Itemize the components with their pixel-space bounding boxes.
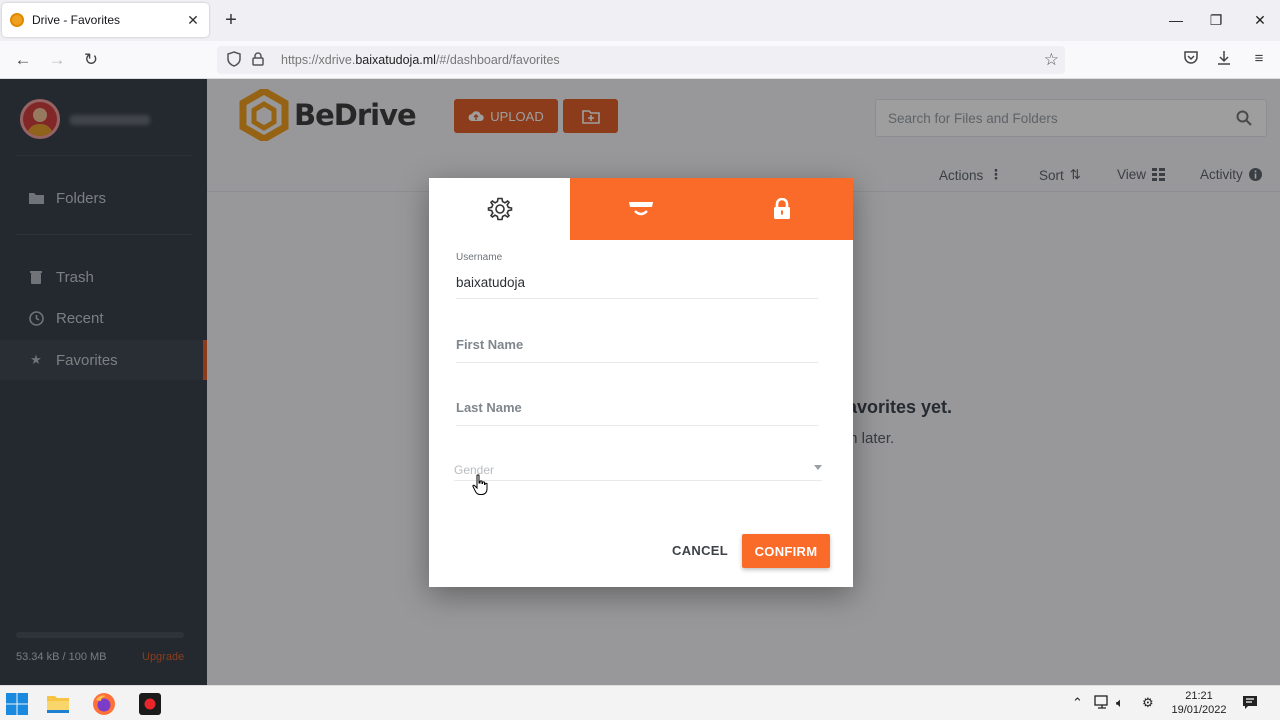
file-explorer-icon[interactable] [46,692,70,716]
url-text: https://xdrive.baixatudoja.ml/#/dashboar… [281,53,560,67]
download-icon[interactable] [1214,50,1234,70]
windows-start-icon[interactable] [5,692,29,716]
close-tab-icon[interactable]: ✕ [185,12,201,29]
gear-icon [487,197,512,221]
cancel-button[interactable]: CANCEL [665,534,735,566]
confirm-button[interactable]: CONFIRM [742,534,830,568]
username-value: baixatudoja [456,275,526,290]
network-icon[interactable] [1094,695,1110,712]
lock-icon [774,198,791,219]
field-underline [456,362,818,363]
bookmark-star-icon[interactable]: ☆ [1044,50,1059,70]
field-underline [454,480,822,481]
forward-icon[interactable]: → [46,49,68,71]
menu-icon[interactable]: ≡ [1249,50,1269,67]
username-field[interactable]: Username baixatudoja [456,252,818,299]
field-underline [456,298,818,299]
back-icon[interactable]: ← [12,49,34,71]
last-name-placeholder: Last Name [456,400,522,415]
hand-cursor-icon [472,474,488,501]
browser-tabstrip: Drive - Favorites ✕ + — ❐ ✕ [0,0,1280,41]
lock-icon[interactable] [249,51,267,69]
restore-icon[interactable]: ❐ [1206,8,1226,32]
gender-select[interactable]: Gender [454,463,822,481]
chevron-up-icon[interactable]: ⌃ [1072,695,1083,711]
minimize-icon[interactable]: — [1166,8,1186,32]
clock-date: 19/01/2022 [1171,704,1227,716]
tab-security[interactable] [711,178,853,240]
first-name-field[interactable]: First Name [456,337,818,363]
new-tab-button[interactable]: + [220,8,242,32]
dialog-tabs [429,178,853,240]
tab-title: Drive - Favorites [32,13,121,27]
clock-time: 21:21 [1185,690,1213,702]
tab-social[interactable] [570,178,712,240]
firefox-icon[interactable] [92,692,116,716]
mask-icon [628,202,653,216]
address-bar[interactable]: https://xdrive.baixatudoja.ml/#/dashboar… [217,46,1065,74]
screen-recorder-icon[interactable] [138,692,162,716]
field-underline [456,425,818,426]
gender-placeholder: Gender [454,463,495,477]
browser-tab[interactable]: Drive - Favorites ✕ [2,3,209,37]
notifications-icon[interactable] [1242,695,1258,713]
reload-icon[interactable]: ↻ [80,49,102,71]
profile-dialog: Username baixatudoja First Name Last Nam… [429,178,853,587]
close-window-icon[interactable]: ✕ [1250,8,1270,32]
os-taskbar: ⌃ 🔈︎ ⚙ 21:21 19/01/2022 [0,685,1280,720]
shield-icon[interactable] [225,50,243,70]
chevron-down-icon [814,465,822,470]
volume-icon[interactable]: 🔈︎ [1116,695,1124,711]
pocket-icon[interactable] [1181,50,1201,69]
browser-navbar: ← → ↻ https://xdrive.baixatudoja.ml/#/da… [0,41,1280,79]
first-name-placeholder: First Name [456,337,524,352]
last-name-field[interactable]: Last Name [456,400,818,426]
taskbar-clock[interactable]: 21:21 19/01/2022 [1168,689,1230,717]
username-label: Username [456,252,503,263]
settings-gear-icon[interactable]: ⚙ [1142,695,1154,711]
favicon-icon [10,13,24,27]
tab-settings[interactable] [429,178,570,240]
